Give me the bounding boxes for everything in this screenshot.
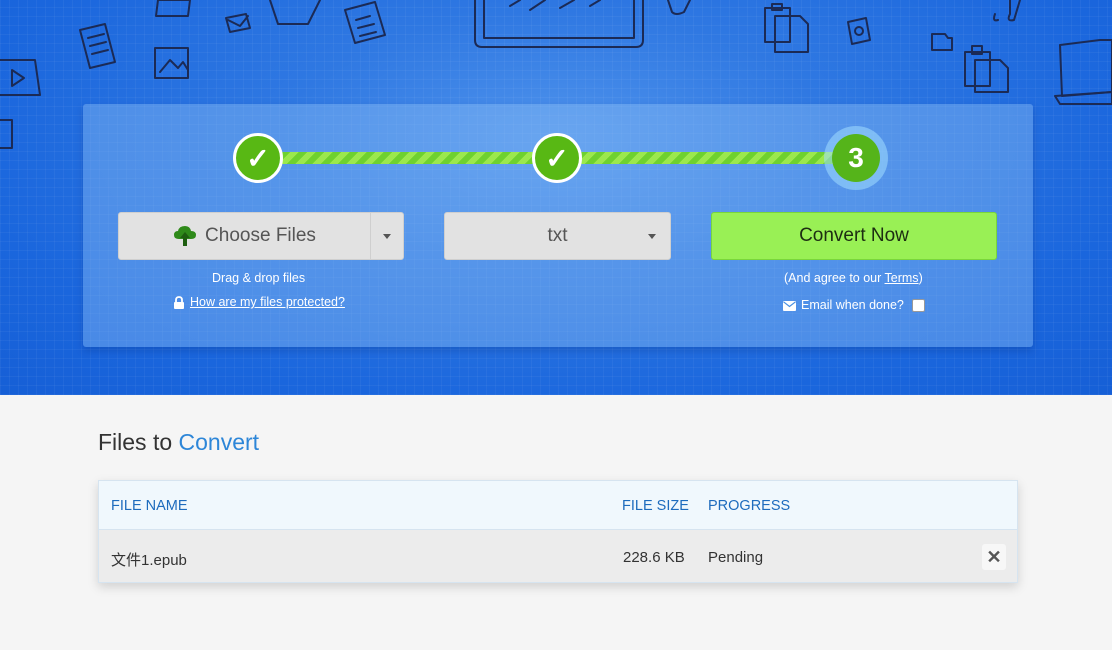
hero-banner: ✓ ✓ 3 Choose Files txt Convert Now Drag … bbox=[0, 0, 1112, 395]
table-row: 文件1.epub 228.6 KB Pending ✕ bbox=[99, 530, 1017, 582]
output-format-value: txt bbox=[547, 225, 568, 246]
files-table: FILE NAME FILE SIZE PROGRESS 文件1.epub 22… bbox=[98, 480, 1018, 583]
title-prefix: Files to bbox=[98, 429, 173, 455]
checkmark-icon: ✓ bbox=[545, 142, 569, 174]
choose-files-label: Choose Files bbox=[205, 225, 316, 246]
column-header-file-name: FILE NAME bbox=[111, 498, 188, 514]
cloud-upload-icon bbox=[174, 226, 197, 246]
caret-down-icon bbox=[648, 234, 656, 239]
step-progress-line bbox=[580, 152, 835, 164]
remove-file-button[interactable]: ✕ bbox=[982, 544, 1006, 570]
convert-now-label: Convert Now bbox=[799, 225, 909, 246]
step-3-active: 3 bbox=[832, 134, 880, 182]
choose-files-dropdown-toggle[interactable] bbox=[371, 213, 403, 259]
files-protected-link[interactable]: How are my files protected? bbox=[190, 295, 345, 309]
envelope-icon bbox=[783, 300, 796, 311]
output-format-select[interactable]: txt bbox=[444, 212, 671, 260]
step-1-complete: ✓ bbox=[233, 133, 283, 183]
file-name-cell: 文件1.epub bbox=[111, 552, 187, 569]
email-when-done-label: Email when done? bbox=[801, 298, 904, 312]
terms-suffix: ) bbox=[918, 271, 923, 285]
step-number: 3 bbox=[848, 142, 864, 173]
checkmark-icon: ✓ bbox=[246, 142, 270, 174]
email-when-done-row: Email when done? bbox=[783, 298, 925, 313]
lock-icon bbox=[174, 296, 184, 310]
email-when-done-checkbox[interactable] bbox=[911, 299, 925, 313]
table-header: FILE NAME FILE SIZE PROGRESS bbox=[99, 481, 1017, 530]
choose-files-button-group: Choose Files bbox=[118, 212, 404, 260]
close-icon: ✕ bbox=[986, 546, 1002, 567]
file-protection-row: How are my files protected? bbox=[173, 295, 345, 310]
column-header-progress: PROGRESS bbox=[708, 498, 791, 514]
files-section-title: Files to Convert bbox=[98, 429, 259, 456]
terms-agreement: (And agree to our Terms) bbox=[784, 271, 923, 285]
file-size-cell: 228.6 KB bbox=[623, 549, 685, 566]
column-header-file-size: FILE SIZE bbox=[622, 498, 689, 514]
choose-files-button[interactable]: Choose Files bbox=[119, 213, 371, 259]
terms-prefix: (And agree to our bbox=[784, 271, 885, 285]
step-progress-line bbox=[282, 152, 534, 164]
drag-drop-hint: Drag & drop files bbox=[212, 271, 306, 285]
title-accent: Convert bbox=[178, 429, 260, 455]
step-2-complete: ✓ bbox=[532, 133, 582, 183]
progress-cell: Pending bbox=[708, 549, 764, 566]
terms-link[interactable]: Terms bbox=[885, 271, 919, 285]
caret-down-icon bbox=[383, 233, 391, 239]
convert-now-button[interactable]: Convert Now bbox=[711, 212, 997, 260]
